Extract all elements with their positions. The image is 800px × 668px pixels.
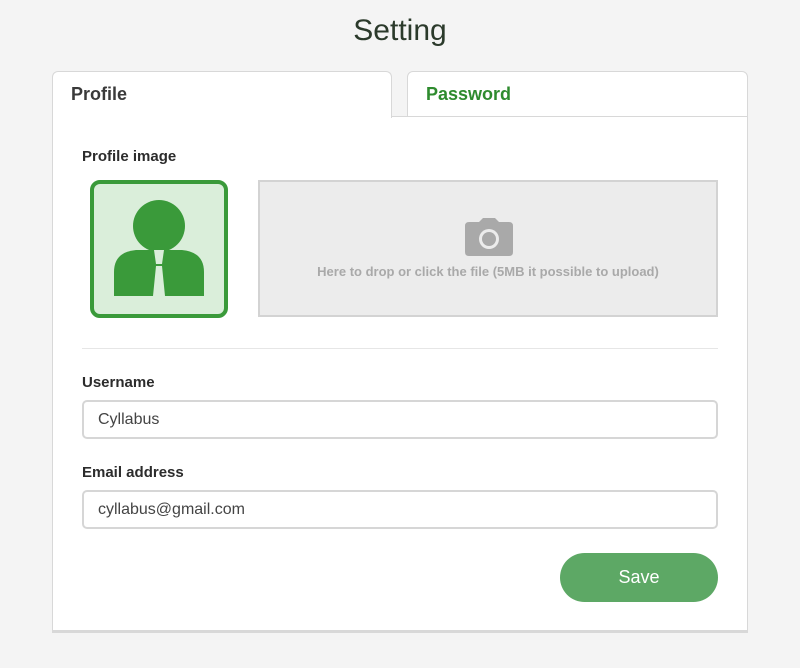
username-label: Username (82, 374, 155, 391)
profile-image-label: Profile image (82, 148, 177, 165)
email-input[interactable] (82, 490, 718, 529)
username-input[interactable] (82, 400, 718, 439)
tab-profile[interactable]: Profile (52, 71, 392, 118)
camera-icon (465, 218, 513, 256)
save-button[interactable]: Save (560, 553, 718, 602)
section-divider (82, 348, 718, 349)
tab-password[interactable]: Password (407, 71, 748, 117)
image-dropzone[interactable]: Here to drop or click the file (5MB it p… (258, 180, 718, 317)
panel-divider (392, 116, 748, 117)
user-avatar-icon (114, 200, 204, 296)
email-label: Email address (82, 464, 184, 481)
avatar (90, 180, 228, 318)
dropzone-text: Here to drop or click the file (5MB it p… (317, 264, 659, 279)
page-title: Setting (353, 14, 447, 47)
